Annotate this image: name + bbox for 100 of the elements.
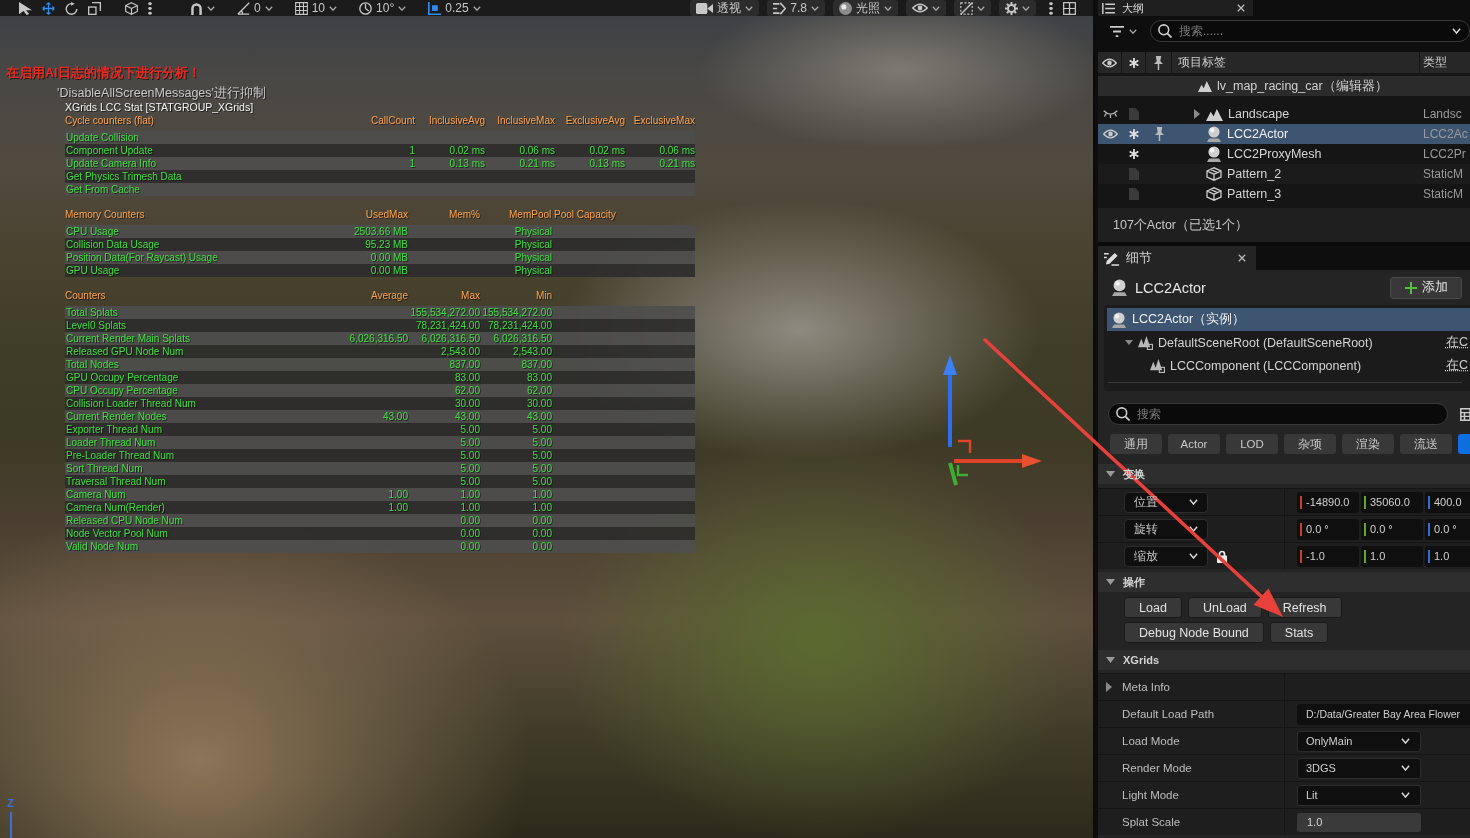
outliner-row[interactable]: LCC2Actor LCC2Ac (1098, 124, 1470, 144)
number-field[interactable]: -14890.0 (1297, 491, 1359, 513)
section-header[interactable]: XGrids (1098, 650, 1470, 670)
search-field[interactable]: 搜索 (1108, 403, 1448, 425)
grid-snap-button[interactable]: 10 (289, 0, 343, 16)
dropdown-field[interactable]: OnlyMain (1297, 730, 1421, 752)
stats-cell-text: 837.00 (520, 358, 552, 371)
close-icon[interactable] (1237, 4, 1245, 12)
caret-icon (811, 5, 819, 11)
caret-icon (932, 5, 940, 11)
triangle-right-icon[interactable] (1194, 109, 1200, 119)
dashed-square-dropdown-button[interactable] (954, 0, 991, 16)
action-button[interactable]: Load (1124, 597, 1182, 618)
component-row[interactable]: LCC2Actor（实例） (1107, 308, 1470, 331)
settings-button[interactable] (999, 0, 1036, 16)
stats-cell-text: CPU Occupy Percentage (65, 384, 179, 397)
transform-mode-dropdown[interactable]: 缩放 (1124, 545, 1208, 567)
lighting-mode-button[interactable]: 光照 (833, 0, 898, 16)
number-field[interactable]: 0.0 ° (1297, 518, 1359, 540)
stats-cell-text: 43.00 (525, 410, 552, 423)
sphere-icon (1111, 279, 1128, 296)
path-field[interactable]: D:/Data/Greater Bay Area Flower (1297, 703, 1470, 725)
column-header: UsedMax (364, 209, 408, 221)
outliner-tab[interactable]: 大纲 (1098, 0, 1253, 16)
lock-icon[interactable] (1217, 549, 1227, 563)
rotation-snap-button[interactable]: 10° (354, 0, 412, 16)
angle-dropdown-button[interactable]: 0 (232, 0, 278, 16)
stats-cell-text: Camera Num (65, 488, 127, 501)
triangle-right-icon[interactable] (1106, 682, 1112, 692)
caret-icon (1189, 553, 1198, 559)
eye-dropdown-button[interactable] (906, 0, 946, 16)
number-field[interactable]: -1.0 (1297, 545, 1359, 567)
stats-cell-text: 5.00 (459, 462, 480, 475)
triangle-down-icon[interactable] (1125, 340, 1133, 345)
eye-icon[interactable] (1102, 57, 1117, 68)
number-field[interactable]: 1.0 (1361, 545, 1423, 567)
stats-cell-text: Position Data(For Raycast) Usage (65, 251, 219, 264)
number-field[interactable]: 35060.0 (1361, 491, 1423, 513)
plus-icon (1404, 281, 1417, 294)
stats-cell-text: Update Camera Info (65, 157, 158, 170)
transform-mode-dropdown[interactable]: 位置 (1124, 491, 1208, 513)
category-tab[interactable]: 杂项 (1284, 434, 1336, 454)
level-row[interactable]: lv_map_racing_car（编辑器） (1098, 76, 1470, 96)
dropdown-field[interactable]: Lit (1297, 784, 1421, 806)
stats-cell-text: 5.00 (531, 462, 552, 475)
stats-cell-text: 1.00 (531, 501, 552, 514)
number-field[interactable]: 1.0 (1297, 812, 1421, 832)
eye-icon[interactable] (1102, 129, 1118, 139)
number-field[interactable]: 0.0 ° (1361, 518, 1423, 540)
source-link[interactable]: 在C (1445, 357, 1470, 374)
scale-squares-icon (88, 1, 101, 15)
camera-speed-button[interactable]: 7.8 (767, 0, 825, 16)
stats-cell-text: 78,231,424.00 (487, 319, 552, 332)
details-tab[interactable]: 细节 (1098, 246, 1256, 270)
search-field[interactable]: 搜索...... (1150, 20, 1470, 42)
dashed-square-icon (960, 1, 973, 15)
column-header: ExclusiveAvg (564, 115, 625, 127)
transform-gizmo[interactable] (943, 355, 1042, 486)
action-button[interactable]: Debug Node Bound (1124, 622, 1264, 643)
stats-cell-text: 83.00 (453, 371, 480, 384)
actor-type: Landsc (1422, 107, 1463, 121)
vertical-dots-icon (148, 1, 152, 15)
number-field[interactable]: 0.0 ° (1425, 518, 1470, 540)
stats-cell-text: Get From Cache (65, 183, 141, 196)
category-tab[interactable]: 通用 (1110, 434, 1162, 454)
table-icon[interactable] (1460, 407, 1470, 421)
outliner-row[interactable]: Pattern_2 StaticM (1098, 164, 1470, 184)
stats-cell-text: 2,543.00 (512, 345, 552, 358)
stats-cell-text: 0.13 ms (448, 157, 485, 170)
number-field[interactable]: 1.0 (1425, 545, 1470, 567)
stats-cell-text: 6,026,316.50 (348, 332, 408, 345)
stats-cell-text: Valid Node Num (65, 540, 140, 553)
category-tab[interactable]: Actor (1168, 434, 1220, 454)
sphere-icon (1111, 311, 1127, 328)
filter-lines-icon (1110, 25, 1124, 37)
category-tab[interactable]: 渲染 (1342, 434, 1394, 454)
stats-cell-text: 6,026,316.50 (492, 332, 552, 345)
scale-snap-button[interactable]: 0.25 (423, 0, 486, 16)
category-tab[interactable]: LOD (1226, 434, 1278, 454)
category-tab[interactable]: 流送 (1400, 434, 1452, 454)
pin-icon[interactable] (1154, 127, 1164, 141)
closed-eye-icon[interactable] (1102, 110, 1118, 118)
add-button[interactable]: 添加 (1390, 276, 1462, 299)
column-header: Counters (65, 290, 107, 302)
stats-cell-text: 0.02 ms (588, 144, 625, 157)
transform-mode-dropdown[interactable]: 旋转 (1124, 518, 1208, 540)
action-button[interactable]: UnLoad (1188, 597, 1262, 618)
stats-cell-text: 837.00 (448, 358, 480, 371)
stats-cell-text: 78,231,424.00 (415, 319, 480, 332)
section-header[interactable]: 操作 (1098, 572, 1470, 592)
stats-cell-text: Component Update (65, 144, 154, 157)
column-header[interactable]: 类型 (1420, 54, 1470, 71)
dropdown-field[interactable]: 3DGS (1297, 757, 1421, 779)
source-link[interactable]: 在C (1445, 334, 1470, 351)
stats-cell-text: Loader Thread Num (65, 436, 157, 449)
number-field[interactable]: 400.0 (1425, 491, 1470, 513)
close-icon[interactable] (1238, 254, 1246, 262)
settings-icon (1005, 1, 1018, 15)
view-mode-button[interactable]: 透视 (690, 0, 760, 16)
action-button[interactable]: Stats (1269, 622, 1329, 643)
